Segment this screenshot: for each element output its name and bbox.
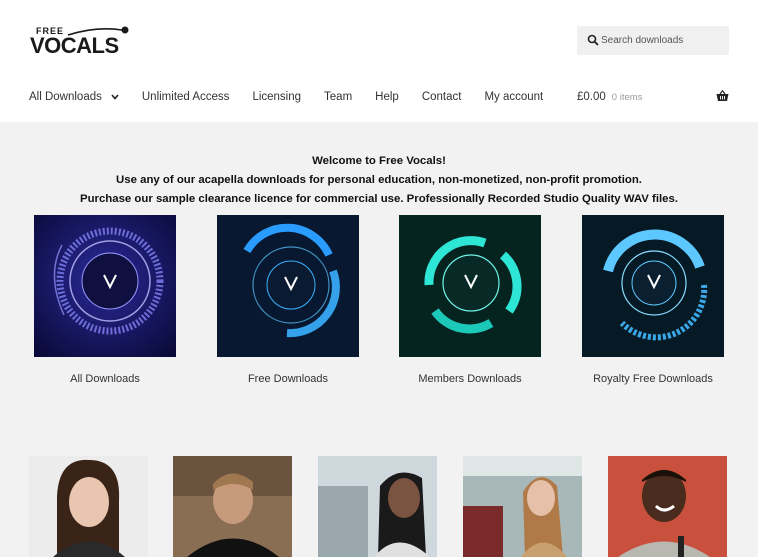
nav-item-label: Team: [324, 91, 353, 103]
singer-photo[interactable]: [173, 456, 292, 557]
singer-photo[interactable]: [463, 456, 582, 557]
category-label[interactable]: All Downloads: [34, 373, 176, 385]
search-input[interactable]: [601, 26, 725, 55]
search-box: [577, 26, 729, 55]
site-logo[interactable]: FREE VOCALS: [30, 22, 130, 58]
singer-photo[interactable]: [29, 456, 148, 557]
welcome-line-2: Use any of our acapella downloads for pe…: [116, 174, 642, 186]
cart-summary[interactable]: £0.00 0 items: [577, 89, 729, 105]
category-image[interactable]: [399, 215, 541, 357]
singer-photo[interactable]: [608, 456, 727, 557]
logo-text-main: VOCALS: [30, 33, 119, 58]
welcome-line-3: Purchase our sample clearance licence fo…: [79, 193, 678, 205]
main-content: Welcome to Free Vocals! Use any of our a…: [0, 122, 758, 557]
nav-item-label: Contact: [421, 91, 462, 103]
nav-item-help[interactable]: Help: [375, 91, 399, 103]
basket-icon[interactable]: [716, 90, 729, 102]
cart-item-count: 0 items: [611, 91, 643, 103]
nav-item-label: My account: [484, 91, 544, 103]
nav-item-label: Help: [375, 91, 399, 103]
category-label[interactable]: Royalty Free Downloads: [582, 373, 724, 385]
nav-item-my-account[interactable]: My account: [484, 91, 543, 103]
nav-item-label: Licensing: [252, 91, 302, 103]
category-image[interactable]: [34, 215, 176, 357]
nav-item-label: All Downloads: [29, 91, 102, 103]
category-label[interactable]: Members Downloads: [399, 373, 541, 385]
category-all-downloads[interactable]: All Downloads: [34, 215, 176, 385]
nav-item-unlimited-access[interactable]: Unlimited Access: [142, 91, 230, 103]
search-icon: [587, 34, 599, 46]
cart-price: £0.00: [577, 91, 606, 103]
nav-item-team[interactable]: Team: [324, 91, 352, 103]
welcome-heading: Welcome to Free Vocals!: [312, 155, 446, 167]
category-members-downloads[interactable]: Members Downloads: [399, 215, 541, 385]
nav-item-contact[interactable]: Contact: [422, 91, 462, 103]
category-label[interactable]: Free Downloads: [217, 373, 359, 385]
nav-item-all-downloads[interactable]: All Downloads: [29, 91, 119, 103]
nav-item-label: Unlimited Access: [141, 91, 230, 103]
main-navigation: All Downloads Unlimited Access Licensing…: [29, 89, 566, 105]
singer-photo[interactable]: [318, 456, 437, 557]
chevron-down-icon[interactable]: [111, 94, 119, 100]
category-image[interactable]: [582, 215, 724, 357]
category-royalty-free-downloads[interactable]: Royalty Free Downloads: [582, 215, 724, 385]
category-free-downloads[interactable]: Free Downloads: [217, 215, 359, 385]
site-header: FREE VOCALS All Downloads Unlimited Acce…: [0, 0, 758, 122]
category-image[interactable]: [217, 215, 359, 357]
nav-item-licensing[interactable]: Licensing: [252, 91, 301, 103]
welcome-text: Welcome to Free Vocals! Use any of our a…: [0, 152, 758, 209]
